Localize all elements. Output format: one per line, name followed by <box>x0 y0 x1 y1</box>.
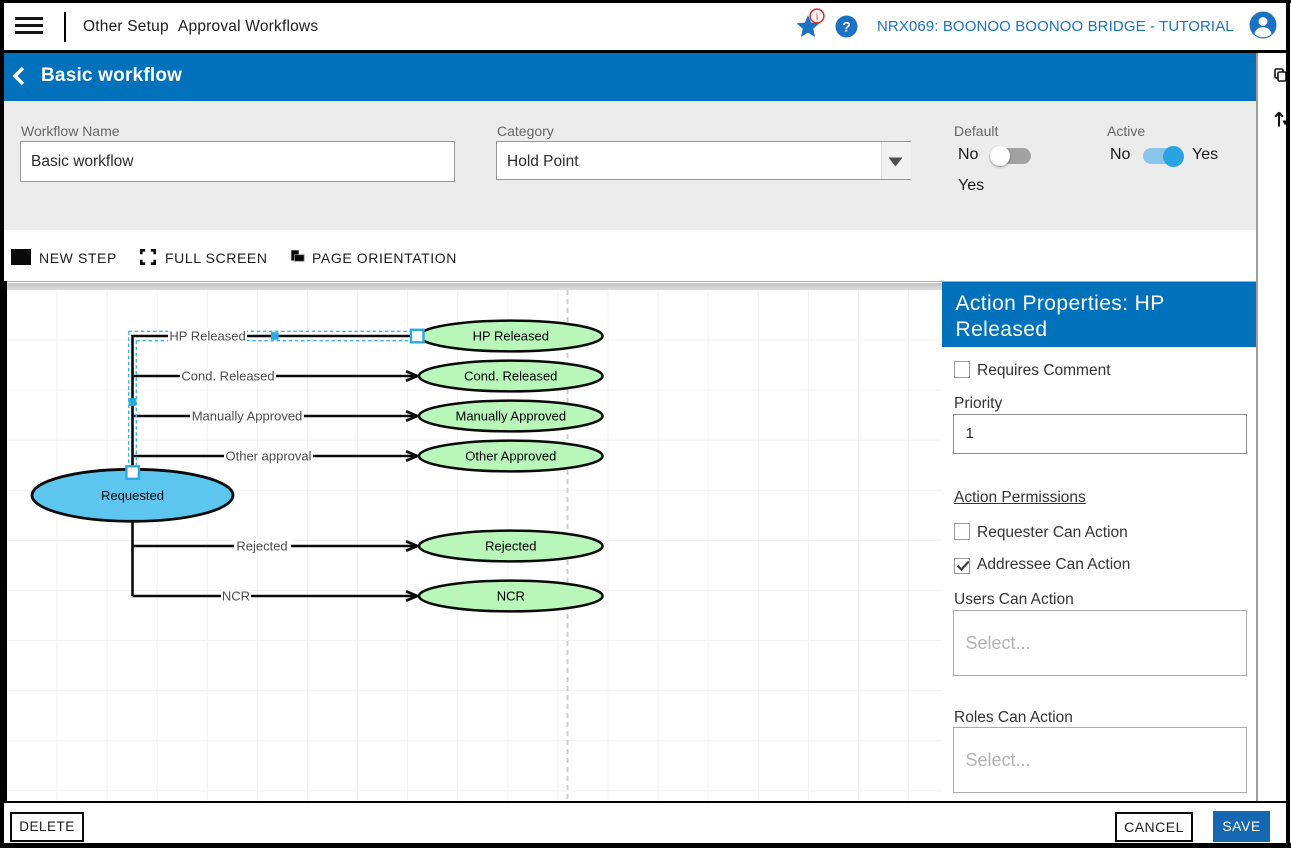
svg-text:Cond. Released: Cond. Released <box>181 369 274 384</box>
svg-text:Cond. Released: Cond. Released <box>464 369 557 384</box>
svg-text:HP Released: HP Released <box>169 329 245 344</box>
svg-text:Other approval: Other approval <box>226 449 312 464</box>
svg-text:Rejected: Rejected <box>236 539 287 554</box>
svg-text:Requested: Requested <box>101 488 164 503</box>
svg-text:Manually Approved: Manually Approved <box>192 409 303 424</box>
svg-text:Manually Approved: Manually Approved <box>456 409 567 424</box>
svg-text:i: i <box>815 11 818 22</box>
svg-text:NCR: NCR <box>222 589 250 604</box>
svg-text:?: ? <box>842 19 851 35</box>
svg-text:Rejected: Rejected <box>485 539 536 554</box>
svg-text:HP Released: HP Released <box>473 329 549 344</box>
svg-text:Other Approved: Other Approved <box>465 449 556 464</box>
svg-text:NCR: NCR <box>497 589 525 604</box>
